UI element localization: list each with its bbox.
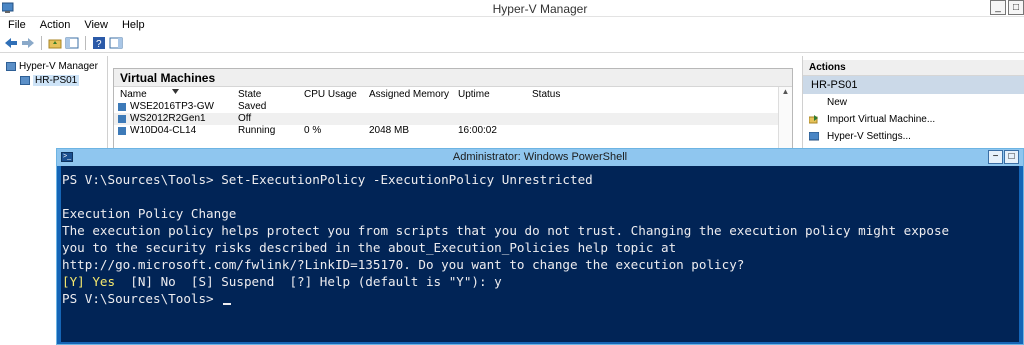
forward-arrow-icon[interactable]	[21, 36, 35, 50]
up-folder-icon[interactable]	[48, 36, 62, 50]
tree-label: Hyper-V Manager	[19, 60, 98, 72]
virtual-machines-panel: Virtual Machines Name State CPU Usage As…	[113, 68, 793, 158]
action-new[interactable]: New	[803, 94, 1024, 111]
help-icon[interactable]: ?	[92, 36, 106, 50]
vm-uptime: 16:00:02	[458, 125, 497, 136]
tree-item-hyperv-manager[interactable]: Hyper-V Manager	[6, 60, 107, 72]
action-import-vm[interactable]: Import Virtual Machine...	[803, 111, 1024, 128]
scroll-up-icon[interactable]: ▲	[779, 87, 792, 96]
vm-name: W10D04-CL14	[130, 125, 197, 136]
col-assigned-memory[interactable]: Assigned Memory	[369, 89, 449, 100]
vm-icon	[118, 127, 126, 135]
show-hide-tree-icon[interactable]	[65, 36, 79, 50]
menu-help[interactable]: Help	[122, 19, 145, 31]
toolbar: ?	[0, 33, 1024, 53]
vm-name: WS2012R2Gen1	[130, 113, 206, 124]
vm-icon	[118, 103, 126, 111]
table-row[interactable]: WS2012R2Gen1 Off	[114, 113, 792, 125]
center-pane: Virtual Machines Name State CPU Usage As…	[110, 56, 800, 158]
ps-minimize-button[interactable]: −	[988, 150, 1003, 164]
powershell-console[interactable]: PS V:\Sources\Tools> Set-ExecutionPolicy…	[61, 166, 1019, 342]
col-uptime[interactable]: Uptime	[458, 89, 490, 100]
vm-state: Running	[238, 125, 276, 136]
action-label: Hyper-V Settings...	[827, 131, 911, 142]
action-label: New	[827, 97, 848, 108]
back-arrow-icon[interactable]	[4, 36, 18, 50]
menu-file[interactable]: File	[8, 19, 26, 31]
tree-label: HR-PS01	[33, 74, 80, 86]
action-label: Import Virtual Machine...	[827, 114, 936, 125]
import-icon	[809, 115, 818, 124]
settings-icon	[809, 132, 819, 141]
ps-maximize-button[interactable]: □	[1004, 150, 1019, 164]
tree-item-server[interactable]: HR-PS01	[6, 74, 107, 86]
minimize-button[interactable]: _	[990, 0, 1006, 15]
sort-descending-icon	[172, 89, 179, 94]
vm-state: Off	[238, 113, 252, 124]
maximize-button[interactable]: □	[1008, 0, 1024, 15]
hyperv-manager-icon	[6, 61, 16, 71]
navigation-tree: Hyper-V Manager HR-PS01	[0, 56, 108, 151]
vm-cpu: 0 %	[304, 125, 322, 136]
choice-yes: [Y] Yes	[62, 274, 116, 289]
console-line: PS V:\Sources\Tools> Set-ExecutionPolicy…	[62, 172, 593, 187]
powershell-titlebar[interactable]: >_ Administrator: Windows PowerShell − □	[57, 149, 1023, 166]
console-line: http://go.microsoft.com/fwlink/?LinkID=1…	[62, 257, 745, 272]
vm-memory: 2048 MB	[369, 125, 410, 136]
choice-rest: [N] No [S] Suspend [?] Help (default is …	[115, 274, 502, 289]
vm-state: Saved	[238, 101, 267, 112]
prompt-text: PS V:\Sources\Tools>	[62, 291, 222, 306]
vm-icon	[118, 115, 126, 123]
console-line: The execution policy helps protect you f…	[62, 223, 950, 238]
console-line-prompt: PS V:\Sources\Tools>	[62, 290, 1019, 307]
col-state[interactable]: State	[238, 89, 261, 100]
powershell-window: >_ Administrator: Windows PowerShell − □…	[56, 148, 1024, 345]
col-status[interactable]: Status	[532, 89, 560, 100]
console-line: Execution Policy Change	[62, 206, 237, 221]
vm-name: WSE2016TP3-GW	[130, 101, 214, 112]
table-row[interactable]: W10D04-CL14 Running 0 % 2048 MB 16:00:02	[114, 125, 792, 137]
menu-view[interactable]: View	[84, 19, 108, 31]
table-row[interactable]: WSE2016TP3-GW Saved	[114, 101, 792, 113]
vm-table-header: Name State CPU Usage Assigned Memory Upt…	[114, 87, 792, 101]
server-icon	[20, 75, 30, 85]
console-line: you to the security risks described in t…	[62, 240, 677, 255]
svg-text:?: ?	[96, 39, 102, 50]
console-line-choices: [Y] Yes [N] No [S] Suspend [?] Help (def…	[62, 273, 1019, 290]
col-name[interactable]: Name	[120, 89, 147, 100]
powershell-title: Administrator: Windows PowerShell	[452, 151, 628, 163]
menu-action[interactable]: Action	[40, 19, 71, 31]
actions-header: Actions	[803, 60, 1024, 76]
vm-scrollbar[interactable]: ▲	[778, 87, 792, 157]
actions-pane: Actions HR-PS01 New Import Virtual Machi…	[802, 56, 1024, 151]
actions-server-group[interactable]: HR-PS01	[803, 76, 1024, 94]
hyperv-titlebar: Hyper-V Manager _ □	[0, 0, 1024, 17]
show-action-pane-icon[interactable]	[109, 36, 123, 50]
col-cpu-usage[interactable]: CPU Usage	[304, 89, 357, 100]
action-hyperv-settings[interactable]: Hyper-V Settings...	[803, 128, 1024, 145]
menu-bar: File Action View Help	[0, 17, 1024, 33]
text-cursor	[223, 303, 232, 305]
vm-panel-header: Virtual Machines	[114, 69, 792, 87]
hyperv-title: Hyper-V Manager	[492, 2, 588, 16]
